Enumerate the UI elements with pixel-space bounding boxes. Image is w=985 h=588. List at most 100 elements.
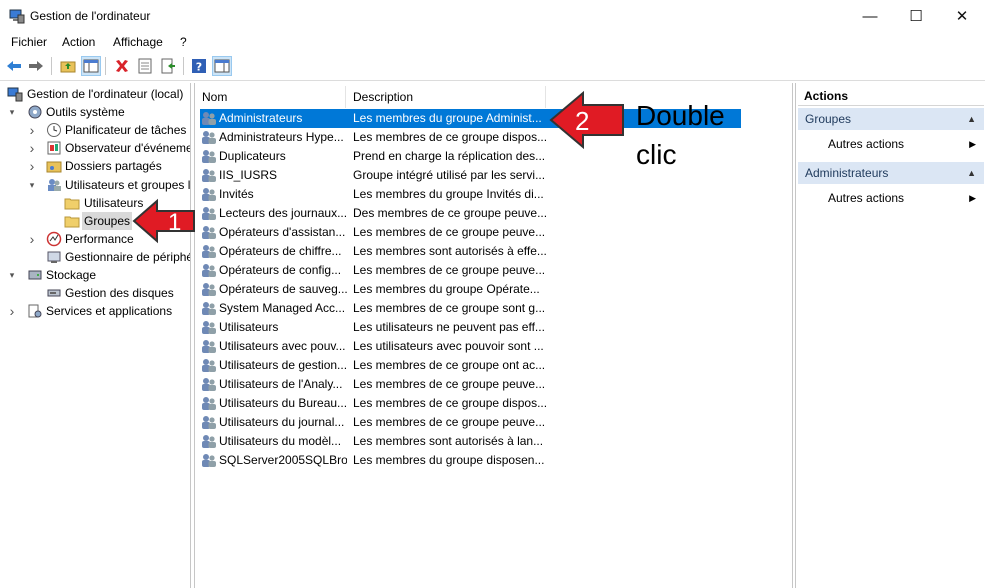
table-row[interactable]: Opérateurs de chiffre... Les membres sont… <box>200 242 741 261</box>
group-icon <box>201 129 217 145</box>
toolbar: ? <box>0 53 985 81</box>
tree-node-gestionnaire-de-p-riph[interactable]: Gestionnaire de périphé <box>0 248 190 266</box>
group-description: Les membres du groupe Invités di... <box>353 187 544 201</box>
tree-node-label: Performance <box>65 231 134 246</box>
table-row[interactable]: Opérateurs d'assistan... Les membres de c… <box>200 223 741 242</box>
table-row[interactable]: Utilisateurs de l'Analy... Les membres de… <box>200 375 741 394</box>
table-row[interactable]: Utilisateurs avec pouv... Les utilisateur… <box>200 337 741 356</box>
table-row[interactable]: Utilisateurs du Bureau... Les membres de … <box>200 394 741 413</box>
collapse-up-icon[interactable]: ▲ <box>967 108 976 130</box>
group-name: Opérateurs d'assistan... <box>219 225 346 239</box>
forward-icon[interactable] <box>27 57 45 75</box>
group-icon <box>201 167 217 183</box>
table-row[interactable]: SQLServer2005SQLBro... Les membres du gro… <box>200 451 741 470</box>
group-description: Les membres de ce groupe peuve... <box>353 377 546 391</box>
tree-node-outils-syst-me[interactable]: ▾ Outils système <box>0 103 190 121</box>
expand-chevron-icon[interactable]: › <box>7 302 17 320</box>
help-icon[interactable]: ? <box>190 57 208 75</box>
tree-node-observateur-d-v-neme[interactable]: › Observateur d'événeme <box>0 139 190 157</box>
storage-icon <box>27 267 43 283</box>
delete-icon[interactable] <box>113 57 131 75</box>
step-1-arrow: 1 <box>132 198 195 244</box>
expand-chevron-icon[interactable]: › <box>27 157 37 175</box>
table-row[interactable]: Lecteurs des journaux... Des membres de c… <box>200 204 741 223</box>
actions-section-title: Groupes <box>805 112 852 126</box>
column-header-name[interactable]: Nom <box>195 86 346 108</box>
table-row[interactable]: Opérateurs de config... Les membres de ce… <box>200 261 741 280</box>
group-description: Des membres de ce groupe peuve... <box>353 206 548 220</box>
up-folder-icon[interactable] <box>59 57 77 75</box>
table-row[interactable]: Invités Les membres du groupe Invités di.… <box>200 185 741 204</box>
step-1-number: 1 <box>168 209 181 236</box>
tree-node-gestion-des-disques[interactable]: Gestion des disques <box>0 284 190 302</box>
close-button[interactable]: ✕ <box>939 0 985 32</box>
group-name: Lecteurs des journaux... <box>219 206 347 220</box>
group-name: Opérateurs de sauveg... <box>219 282 347 296</box>
group-description: Les membres sont autorisés à effe... <box>353 244 547 258</box>
show-action-pane-icon[interactable] <box>212 56 232 76</box>
menu-fichier[interactable]: Fichier <box>11 35 47 49</box>
tree-node-planificateur-de-t-ches[interactable]: › Planificateur de tâches <box>0 121 190 139</box>
group-icon <box>201 414 217 430</box>
autres-actions-administrateurs[interactable]: Autres actions ▶ <box>828 188 984 208</box>
tree-node-label: Planificateur de tâches <box>65 123 187 138</box>
table-row[interactable]: Utilisateurs du journal... Les membres de… <box>200 413 741 432</box>
tree-node-label: Utilisateurs et groupes l <box>65 177 191 192</box>
maximize-button[interactable]: ☐ <box>893 0 939 32</box>
tree-node-label: Dossiers partagés <box>65 159 162 174</box>
group-description: Groupe intégré utilisé par les servi... <box>353 168 546 182</box>
column-header-description[interactable]: Description <box>346 86 546 108</box>
menu-affichage[interactable]: Affichage <box>113 35 163 49</box>
export-list-icon[interactable] <box>159 57 177 75</box>
tree-node-label: Observateur d'événeme <box>65 141 191 156</box>
table-row[interactable]: Utilisateurs Les utilisateurs ne peuvent … <box>200 318 741 337</box>
group-name: Utilisateurs avec pouv... <box>219 339 346 353</box>
expand-chevron-icon[interactable]: › <box>27 121 37 139</box>
properties-icon[interactable] <box>136 57 154 75</box>
group-name: Invités <box>219 187 254 201</box>
tree-node-services-et-applications[interactable]: › Services et applications <box>0 302 190 320</box>
group-icon <box>201 243 217 259</box>
services-icon <box>27 303 43 319</box>
computer-management-icon <box>7 86 23 102</box>
window-title: Gestion de l'ordinateur <box>30 9 151 23</box>
tree-node-label: Gestion de l'ordinateur (local) <box>27 87 184 101</box>
collapse-chevron-icon[interactable]: ▾ <box>7 266 17 284</box>
table-row[interactable]: System Managed Acc... Les membres de ce g… <box>200 299 741 318</box>
clock-icon <box>46 122 62 138</box>
table-row[interactable]: Opérateurs de sauveg... Les membres du gr… <box>200 280 741 299</box>
group-name: Utilisateurs de gestion... <box>219 358 347 372</box>
collapse-chevron-icon[interactable]: ▾ <box>27 176 37 194</box>
minimize-button[interactable]: — <box>847 0 893 32</box>
group-description: Les membres du groupe Opérate... <box>353 282 540 296</box>
group-description: Les membres de ce groupe ont ac... <box>353 358 546 372</box>
expand-chevron-icon[interactable]: › <box>27 230 37 248</box>
back-icon[interactable] <box>5 57 23 75</box>
tree-node-stockage[interactable]: ▾ Stockage <box>0 266 190 284</box>
table-row[interactable]: Utilisateurs du modèl... Les membres sont… <box>200 432 741 451</box>
group-icon <box>201 357 217 373</box>
autres-actions-groupes[interactable]: Autres actions ▶ <box>828 134 984 154</box>
menu-help[interactable]: ? <box>180 35 187 49</box>
actions-section-groupes[interactable]: Groupes ▲ <box>798 108 984 130</box>
group-name: Utilisateurs <box>219 320 279 334</box>
actions-header: Actions <box>798 86 984 106</box>
expand-chevron-icon[interactable]: › <box>27 139 37 157</box>
folder-icon <box>64 213 80 229</box>
actions-section-administrateurs[interactable]: Administrateurs ▲ <box>798 162 984 184</box>
actions-pane: Actions Groupes ▲ Autres actions ▶ Admin… <box>795 83 985 588</box>
collapse-chevron-icon[interactable]: ▾ <box>7 103 17 121</box>
group-name: SQLServer2005SQLBro... <box>219 453 347 467</box>
table-row[interactable]: Utilisateurs de gestion... Les membres de… <box>200 356 741 375</box>
tree-node-gestion-de-l-ordinateur-local[interactable]: Gestion de l'ordinateur (local) <box>0 85 190 103</box>
tree-node-utilisateurs-et-groupes-l[interactable]: ▾ Utilisateurs et groupes l <box>0 176 190 194</box>
tree-node-label: Services et applications <box>46 304 173 319</box>
group-icon <box>201 433 217 449</box>
show-tree-icon[interactable] <box>81 56 101 76</box>
users-groups-icon <box>46 177 62 193</box>
group-name: Utilisateurs de l'Analy... <box>219 377 343 391</box>
collapse-up-icon[interactable]: ▲ <box>967 162 976 184</box>
menu-action[interactable]: Action <box>62 35 95 49</box>
group-name: Utilisateurs du journal... <box>219 415 345 429</box>
tree-node-dossiers-partag-s[interactable]: › Dossiers partagés <box>0 157 190 175</box>
